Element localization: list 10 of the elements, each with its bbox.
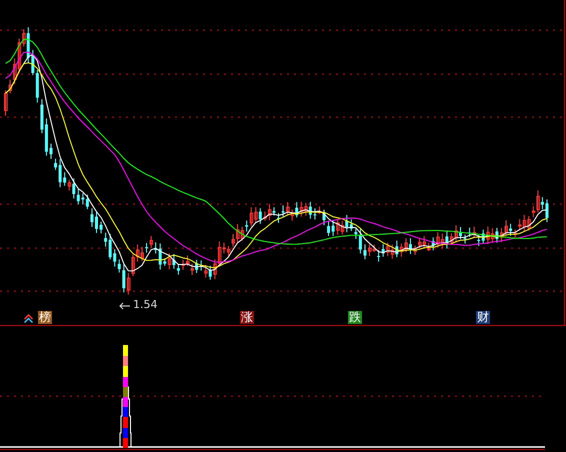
candlestick xyxy=(95,210,98,234)
event-marker[interactable]: 榜 xyxy=(38,311,52,324)
event-marker[interactable]: 财 xyxy=(476,311,490,324)
candlestick xyxy=(277,212,280,224)
arrow-icon xyxy=(119,302,130,310)
event-marker[interactable]: 涨 xyxy=(240,311,254,324)
double-chevron-icon xyxy=(24,314,33,323)
low-price-label: 1.54 xyxy=(133,298,158,311)
candlestick xyxy=(50,143,52,160)
event-marker[interactable]: 跌 xyxy=(348,311,362,324)
